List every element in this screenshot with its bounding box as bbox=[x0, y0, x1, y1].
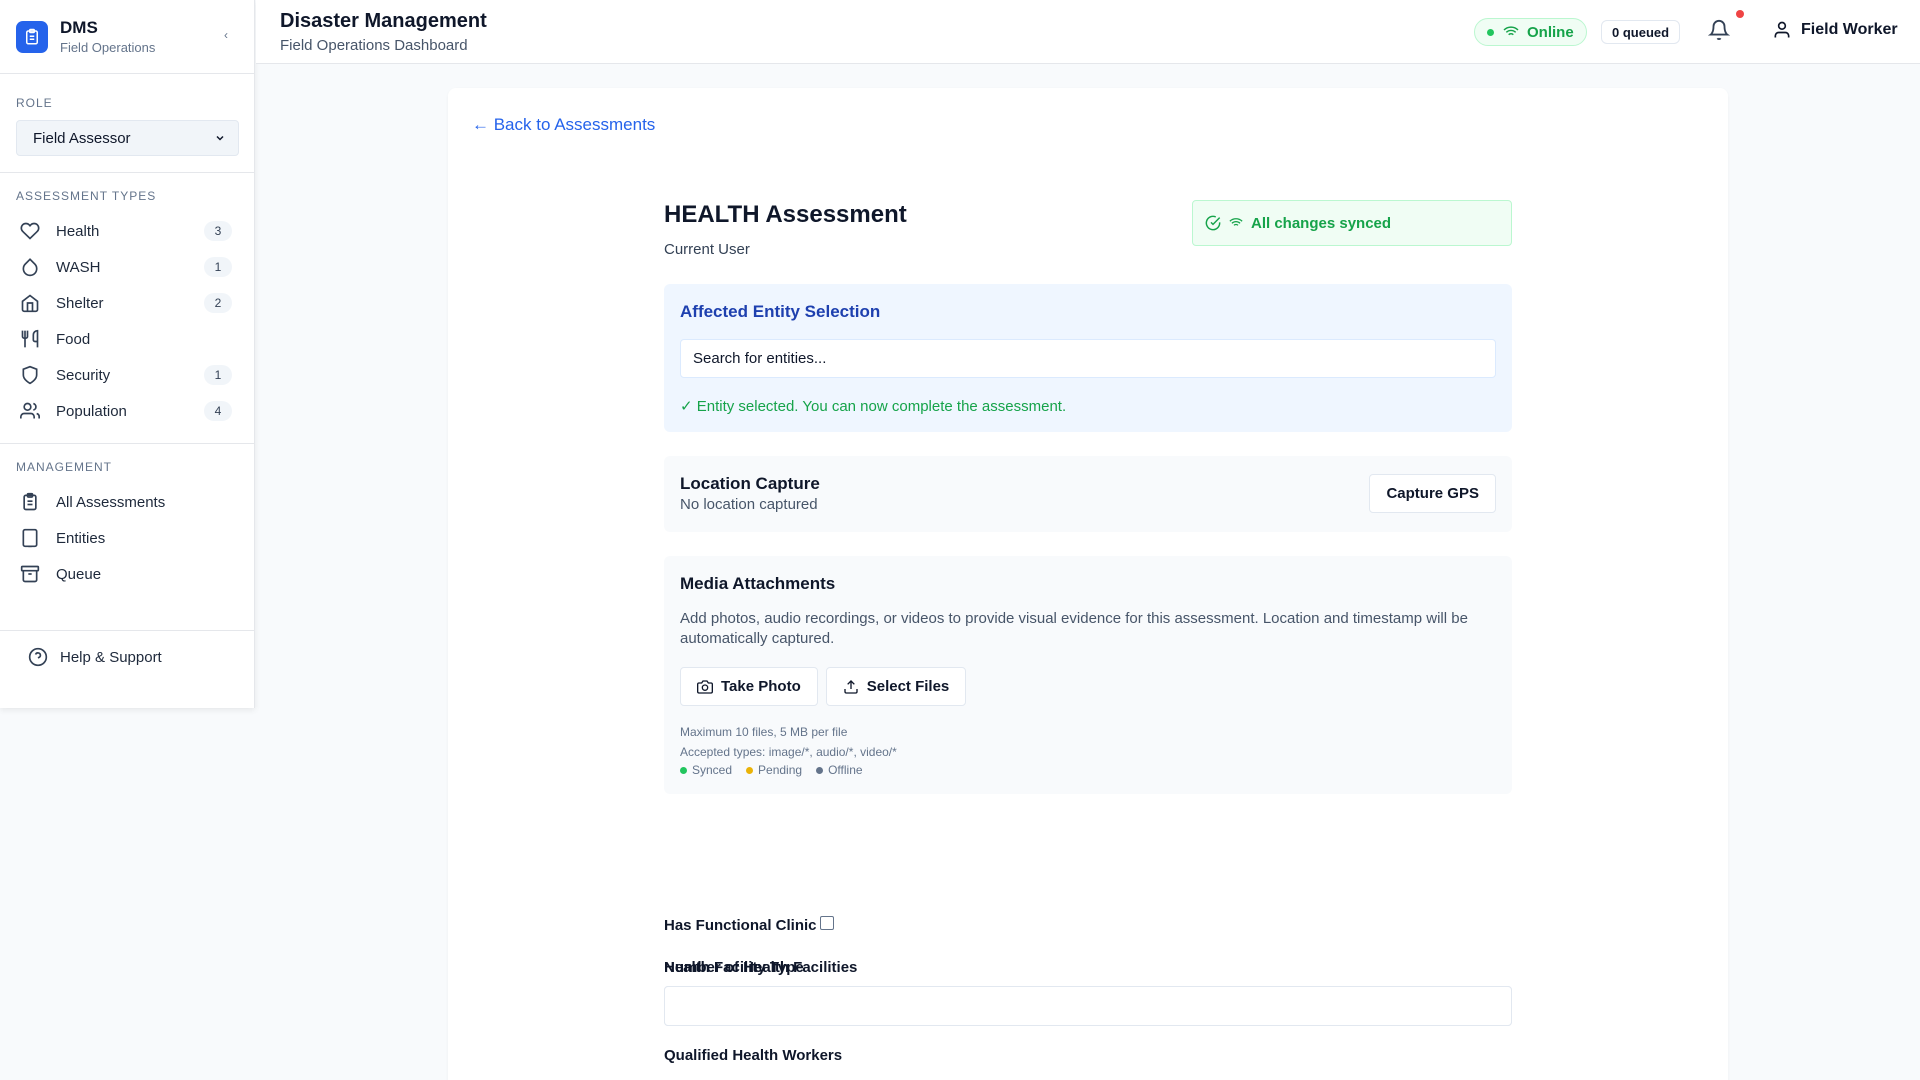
shield-icon bbox=[22, 365, 38, 385]
sidebar-item-security[interactable]: Security 1 bbox=[16, 357, 238, 393]
sidebar-item-label: Population bbox=[56, 402, 127, 420]
sidebar-item-label: WASH bbox=[56, 258, 101, 276]
media-attachments-panel: Media Attachments Add photos, audio reco… bbox=[664, 556, 1512, 794]
help-support-link[interactable]: Help & Support bbox=[0, 630, 254, 683]
droplet-icon bbox=[22, 258, 38, 277]
main-card: ← Back to Assessments HEALTH Assessment … bbox=[448, 88, 1728, 1080]
sidebar-item-wash[interactable]: WASH 1 bbox=[16, 249, 238, 285]
count-badge: 4 bbox=[204, 401, 232, 421]
sidebar-item-label: Shelter bbox=[56, 294, 104, 312]
assessment-types-label: ASSESSMENT TYPES bbox=[16, 189, 157, 203]
brand: DMS Field Operations ‹ bbox=[0, 0, 254, 74]
brand-subtitle: Field Operations bbox=[60, 40, 156, 55]
legend-synced: Synced bbox=[680, 763, 732, 777]
wifi-icon bbox=[1229, 218, 1243, 228]
sync-legend: Synced Pending Offline bbox=[680, 763, 1496, 777]
take-photo-label: Take Photo bbox=[721, 678, 801, 695]
brand-title: DMS bbox=[60, 18, 98, 37]
media-description: Add photos, audio recordings, or videos … bbox=[680, 610, 1468, 647]
archive-icon bbox=[20, 565, 40, 583]
users-icon bbox=[20, 402, 40, 419]
help-circle-icon bbox=[28, 647, 48, 667]
facility-type-input[interactable] bbox=[664, 986, 1512, 1026]
facility-type-label: Health Facility Type bbox=[664, 959, 804, 976]
sidebar-item-label: Security bbox=[56, 366, 111, 384]
role-label: ROLE bbox=[16, 96, 53, 110]
queued-badge[interactable]: 0 queued bbox=[1601, 20, 1681, 44]
camera-icon bbox=[697, 679, 713, 694]
help-label: Help & Support bbox=[60, 648, 162, 666]
clipboard-logo-icon bbox=[16, 20, 48, 53]
functional-clinic-checkbox[interactable] bbox=[820, 916, 834, 930]
capture-gps-button[interactable]: Capture GPS bbox=[1369, 474, 1496, 513]
functional-clinic-label: Has Functional Clinic bbox=[664, 917, 817, 934]
sidebar-item-shelter[interactable]: Shelter 2 bbox=[16, 285, 238, 321]
sync-status-text: All changes synced bbox=[1251, 214, 1392, 232]
location-capture-panel: Location Capture No location captured Ca… bbox=[664, 456, 1512, 532]
notification-dot bbox=[1736, 10, 1744, 18]
sidebar-item-entities[interactable]: Entities bbox=[16, 520, 238, 556]
page-subtitle: Field Operations Dashboard bbox=[280, 37, 468, 54]
sidebar-item-label: Queue bbox=[56, 565, 102, 583]
online-status-badge: Online bbox=[1474, 18, 1587, 46]
check-circle-icon bbox=[1205, 215, 1221, 231]
select-files-button[interactable]: Select Files bbox=[825, 667, 967, 706]
sidebar-item-health[interactable]: Health 3 bbox=[16, 213, 238, 249]
back-to-assessments-link[interactable]: ← Back to Assessments bbox=[472, 115, 655, 135]
entity-heading: Affected Entity Selection bbox=[680, 302, 881, 321]
entity-selection-panel: Affected Entity Selection Search for ent… bbox=[664, 284, 1512, 432]
status-dot bbox=[1487, 28, 1494, 36]
assessment-user: Current User bbox=[664, 241, 750, 258]
legend-label: Synced bbox=[692, 763, 733, 777]
online-status-text: Online bbox=[1527, 23, 1574, 41]
entity-search-input[interactable]: Search for entities... bbox=[680, 339, 1496, 378]
sidebar-item-label: All Assessments bbox=[56, 493, 166, 511]
count-badge: 2 bbox=[204, 293, 232, 313]
user-name: Field Worker bbox=[1801, 21, 1898, 38]
legend-offline: Offline bbox=[816, 763, 863, 777]
accepted-types-text: Accepted types: image/*, audio/*, video/… bbox=[680, 745, 897, 759]
chevron-down-icon bbox=[216, 135, 224, 141]
sidebar-item-label: Food bbox=[56, 330, 91, 348]
page-title: Disaster Management bbox=[280, 10, 487, 32]
entity-selected-message: ✓ Entity selected. You can now complete … bbox=[680, 398, 1067, 415]
clipboard-icon bbox=[23, 492, 37, 511]
select-files-label: Select Files bbox=[866, 678, 950, 695]
legend-pending: Pending bbox=[746, 763, 802, 777]
role-select-value: Field Assessor bbox=[33, 129, 131, 147]
sidebar-item-label: Entities bbox=[56, 529, 106, 547]
count-badge: 3 bbox=[204, 221, 232, 241]
sidebar-item-population[interactable]: Population 4 bbox=[16, 393, 238, 429]
home-icon bbox=[21, 294, 39, 313]
building-icon bbox=[22, 528, 38, 548]
collapse-sidebar-icon[interactable]: ‹ bbox=[224, 28, 228, 42]
sync-status-banner: All changes synced bbox=[1192, 200, 1512, 246]
qualified-workers-label: Qualified Health Workers bbox=[664, 1047, 843, 1064]
count-badge: 1 bbox=[204, 257, 232, 277]
legend-label: Pending bbox=[758, 763, 803, 777]
sidebar-item-food[interactable]: Food bbox=[16, 321, 238, 357]
management-label: MANAGEMENT bbox=[16, 460, 113, 474]
sidebar-item-label: Health bbox=[56, 222, 100, 240]
wifi-icon bbox=[1503, 26, 1519, 38]
count-badge: 1 bbox=[204, 365, 232, 385]
role-select[interactable]: Field Assessor bbox=[16, 120, 239, 156]
user-menu[interactable]: Field Worker bbox=[1772, 20, 1898, 40]
utensils-icon bbox=[21, 329, 39, 348]
sidebar-item-all-assessments[interactable]: All Assessments bbox=[16, 484, 238, 520]
top-header: Disaster Management Field Operations Das… bbox=[256, 0, 1920, 64]
sidebar-item-queue[interactable]: Queue bbox=[16, 556, 238, 592]
assessment-title: HEALTH Assessment bbox=[664, 201, 907, 228]
user-icon bbox=[1774, 21, 1790, 38]
file-limit-text: Maximum 10 files, 5 MB per file bbox=[680, 725, 848, 739]
heart-icon bbox=[20, 222, 40, 240]
media-heading: Media Attachments bbox=[680, 574, 836, 593]
upload-icon bbox=[844, 679, 858, 694]
sidebar: DMS Field Operations ‹ ROLE Field Assess… bbox=[0, 0, 255, 708]
legend-label: Offline bbox=[828, 763, 863, 777]
take-photo-button[interactable]: Take Photo bbox=[680, 667, 818, 706]
bell-icon[interactable] bbox=[1708, 19, 1730, 41]
